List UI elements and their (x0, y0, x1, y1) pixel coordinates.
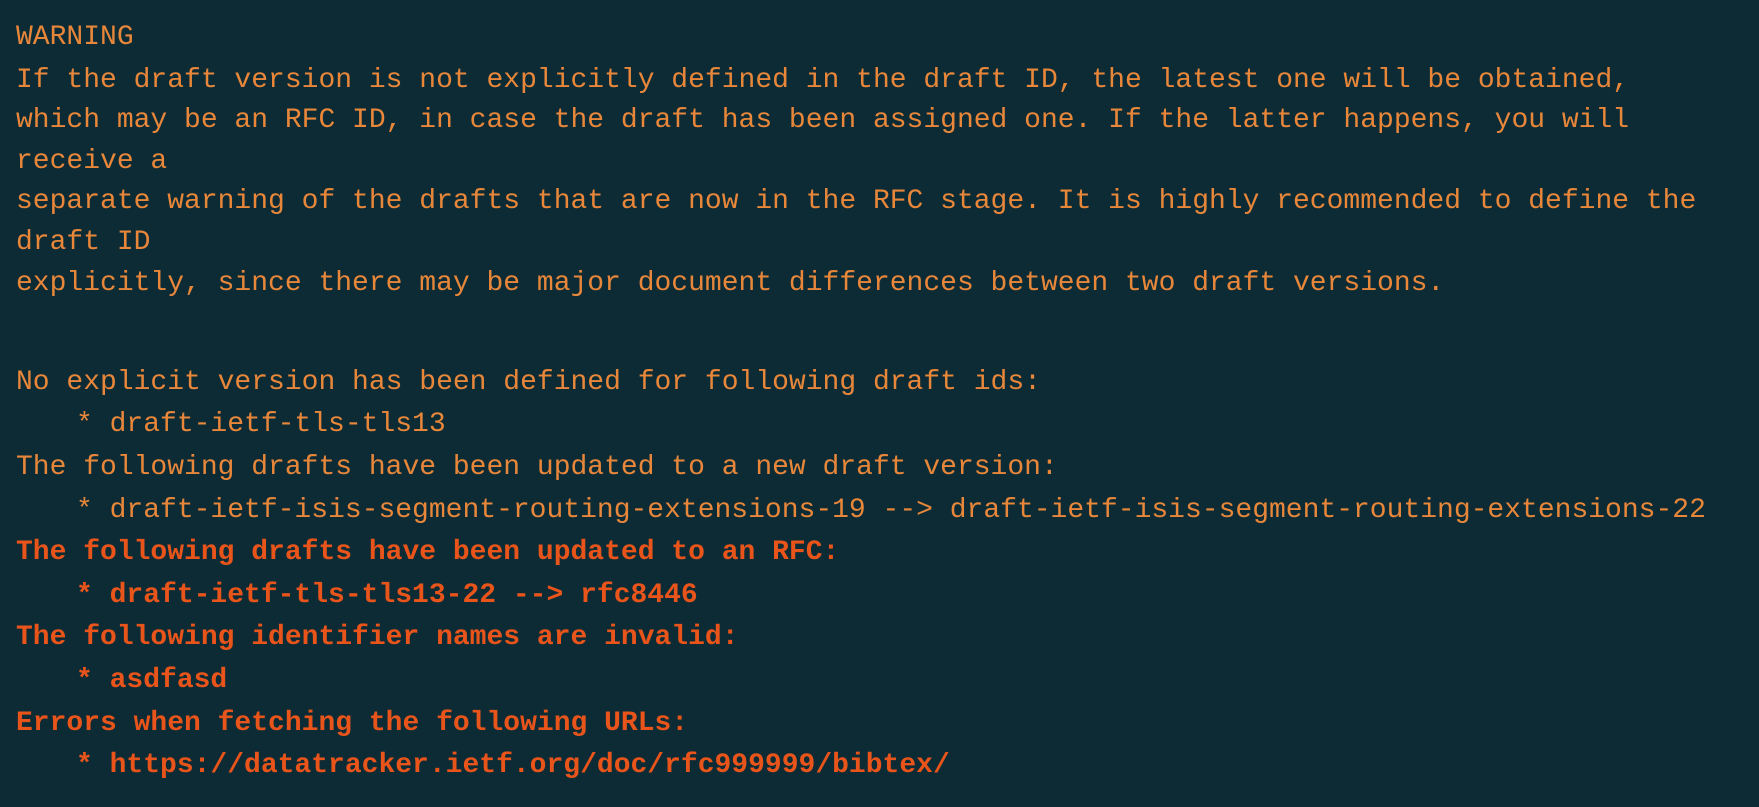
section-2-item-1: * draft-ietf-isis-segment-routing-extens… (16, 491, 1743, 532)
warning-text-block: If the draft version is not explicitly d… (16, 61, 1743, 305)
section-4-item-1: * asdfasd (16, 661, 1743, 702)
warning-label: WARNING (16, 18, 1743, 59)
section-1-label: No explicit version has been defined for… (16, 363, 1743, 404)
warning-line-4: explicitly, since there may be major doc… (16, 264, 1743, 305)
section-4-label: The following identifier names are inval… (16, 618, 1743, 659)
section-5-label: Errors when fetching the following URLs: (16, 704, 1743, 745)
section-5-item-1: * https://datatracker.ietf.org/doc/rfc99… (16, 746, 1743, 787)
blank-line-1 (16, 322, 1743, 363)
warning-line-1: If the draft version is not explicitly d… (16, 61, 1743, 102)
terminal-window: WARNING If the draft version is not expl… (16, 18, 1743, 787)
section-3-item-1: * draft-ietf-tls-tls13-22 --> rfc8446 (16, 576, 1743, 617)
section-3-label: The following drafts have been updated t… (16, 533, 1743, 574)
warning-line-3: separate warning of the drafts that are … (16, 182, 1743, 263)
section-1-item-1: * draft-ietf-tls-tls13 (16, 405, 1743, 446)
section-2-label: The following drafts have been updated t… (16, 448, 1743, 489)
warning-line-2: which may be an RFC ID, in case the draf… (16, 101, 1743, 182)
